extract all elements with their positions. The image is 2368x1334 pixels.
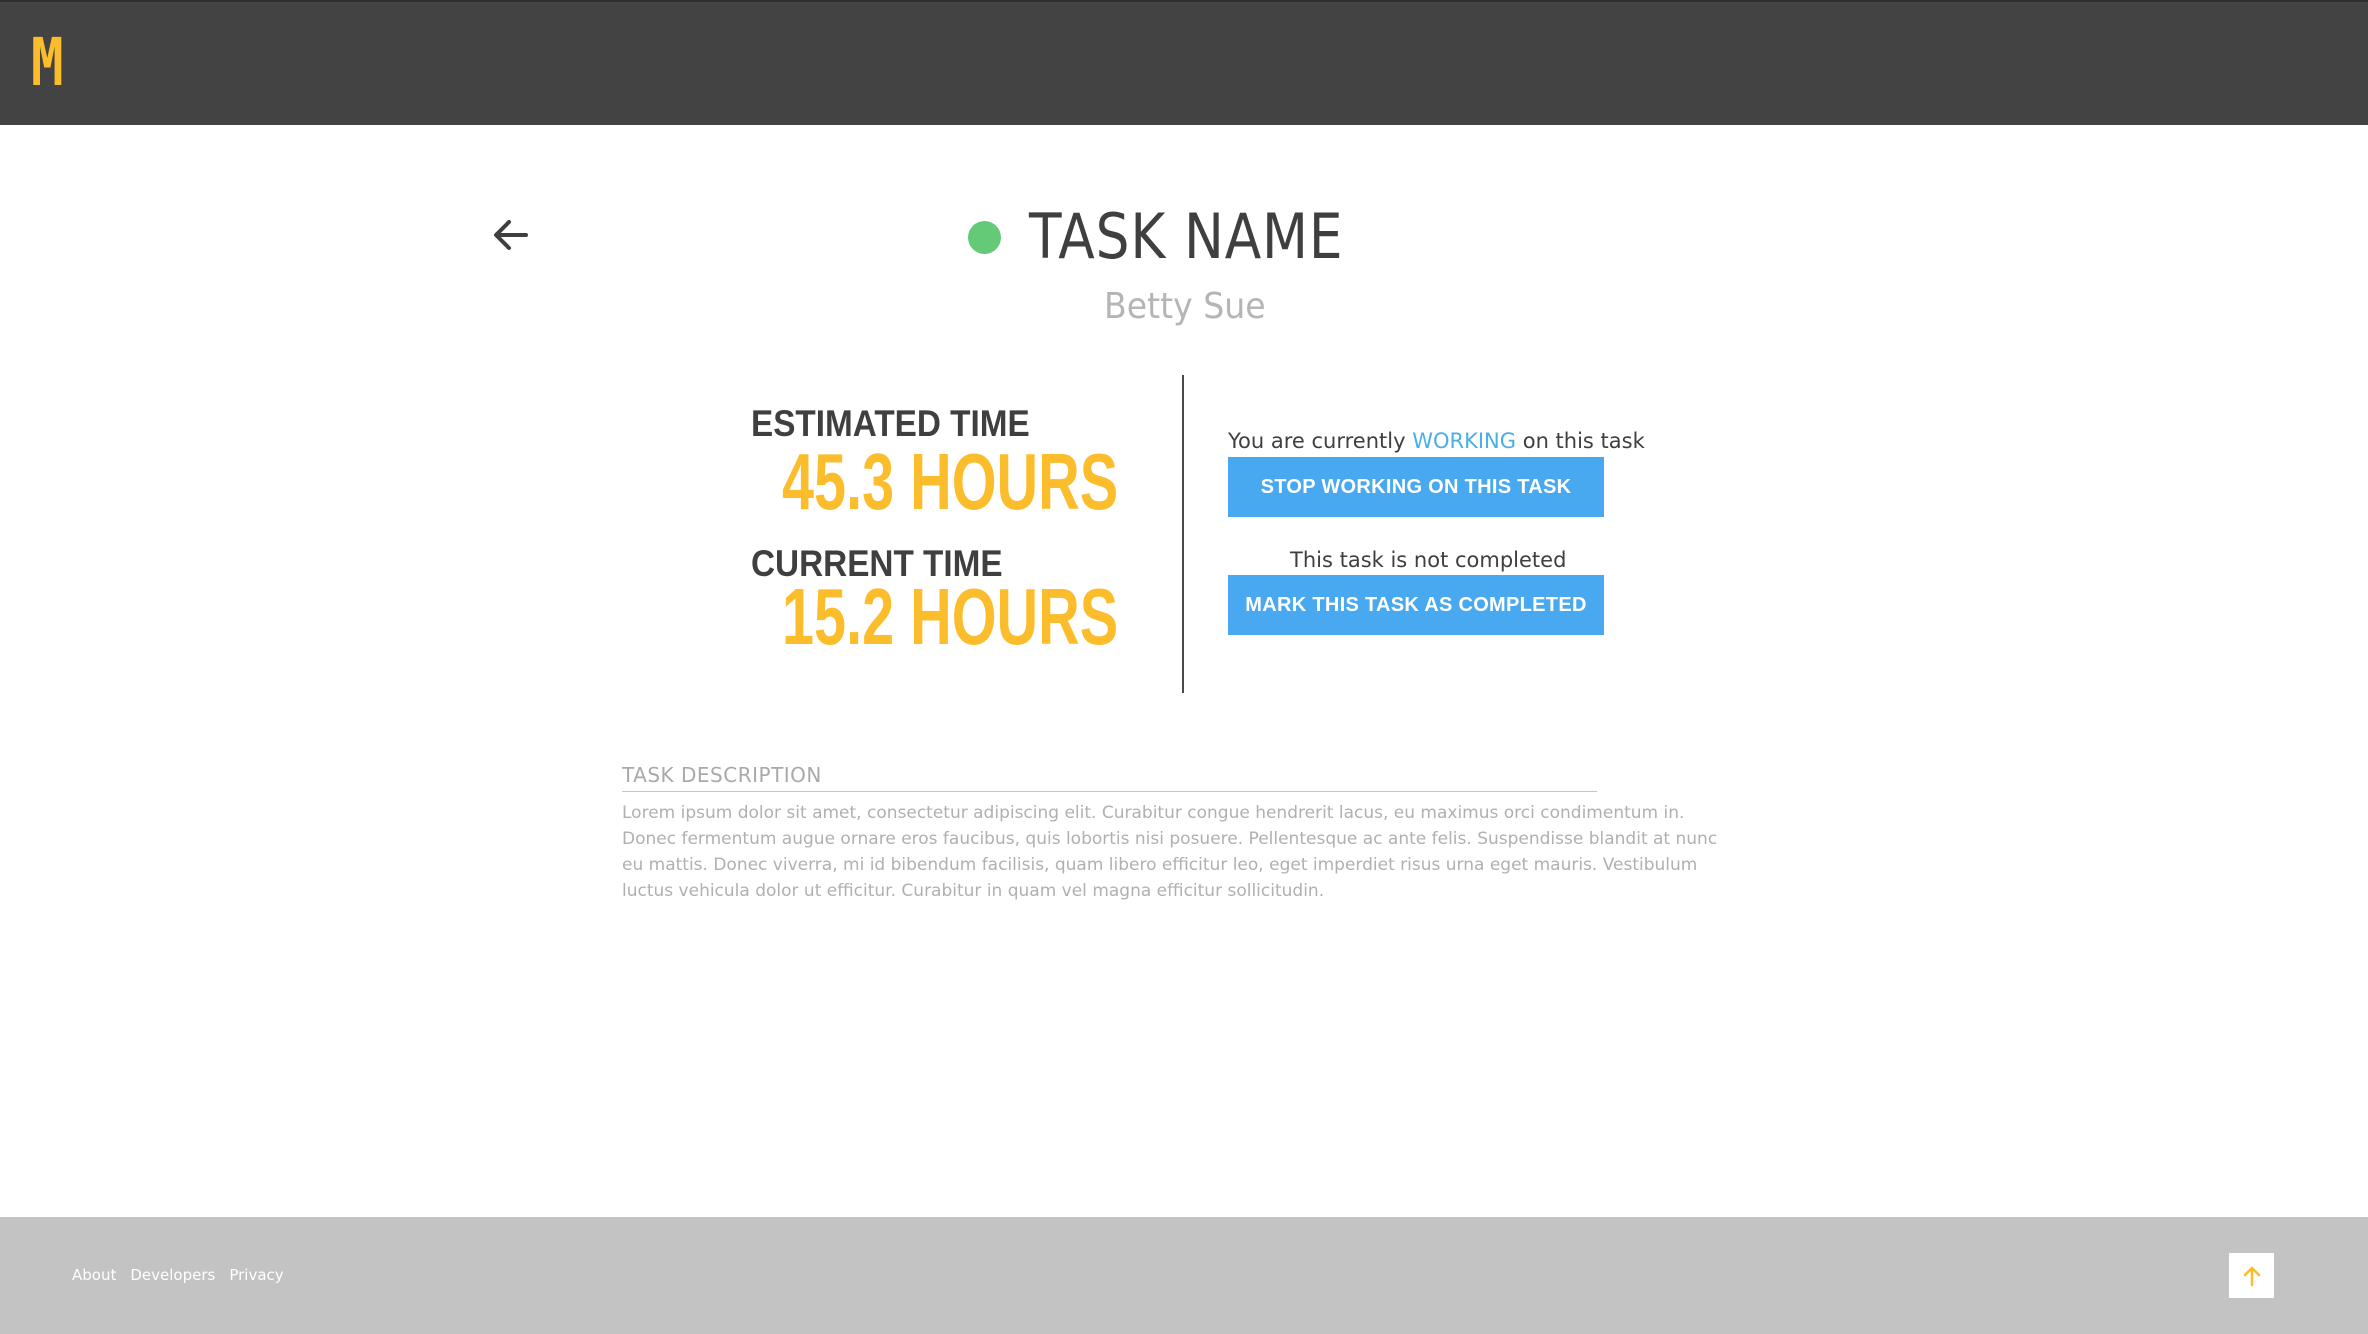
task-assignee: Betty Sue: [1104, 286, 1266, 327]
task-status-dot: [968, 221, 1001, 254]
vertical-divider: [1182, 375, 1184, 693]
footer-link-about[interactable]: About: [72, 1265, 116, 1285]
top-bar: M: [0, 0, 2368, 125]
working-status-text: You are currently WORKING on this task: [1228, 427, 1645, 455]
task-title: TASK NAME: [1029, 200, 1344, 273]
stop-working-button[interactable]: STOP WORKING ON THIS TASK: [1228, 457, 1604, 517]
footer-links: About Developers Privacy: [72, 1265, 284, 1285]
working-status-prefix: You are currently: [1228, 429, 1413, 453]
working-status-suffix: on this task: [1516, 429, 1645, 453]
arrow-up-icon: [2243, 1266, 2260, 1286]
current-time-value: 15.2 HOURS: [782, 572, 1119, 661]
task-description-body: Lorem ipsum dolor sit amet, consectetur …: [622, 803, 1718, 901]
mark-completed-button[interactable]: MARK THIS TASK AS COMPLETED: [1228, 575, 1604, 635]
arrow-left-icon[interactable]: [492, 216, 530, 254]
footer-link-developers[interactable]: Developers: [130, 1265, 215, 1285]
estimated-time-value: 45.3 HOURS: [782, 437, 1119, 526]
completion-status-text: This task is not completed: [1290, 548, 1567, 572]
description-divider: [622, 791, 1597, 792]
footer-link-privacy[interactable]: Privacy: [229, 1265, 283, 1285]
scroll-to-top-button[interactable]: [2229, 1253, 2274, 1298]
working-state: WORKING: [1412, 429, 1517, 453]
app-logo[interactable]: M: [31, 30, 64, 96]
footer: [0, 1217, 2368, 1334]
task-description-header: TASK DESCRIPTION: [622, 763, 822, 787]
